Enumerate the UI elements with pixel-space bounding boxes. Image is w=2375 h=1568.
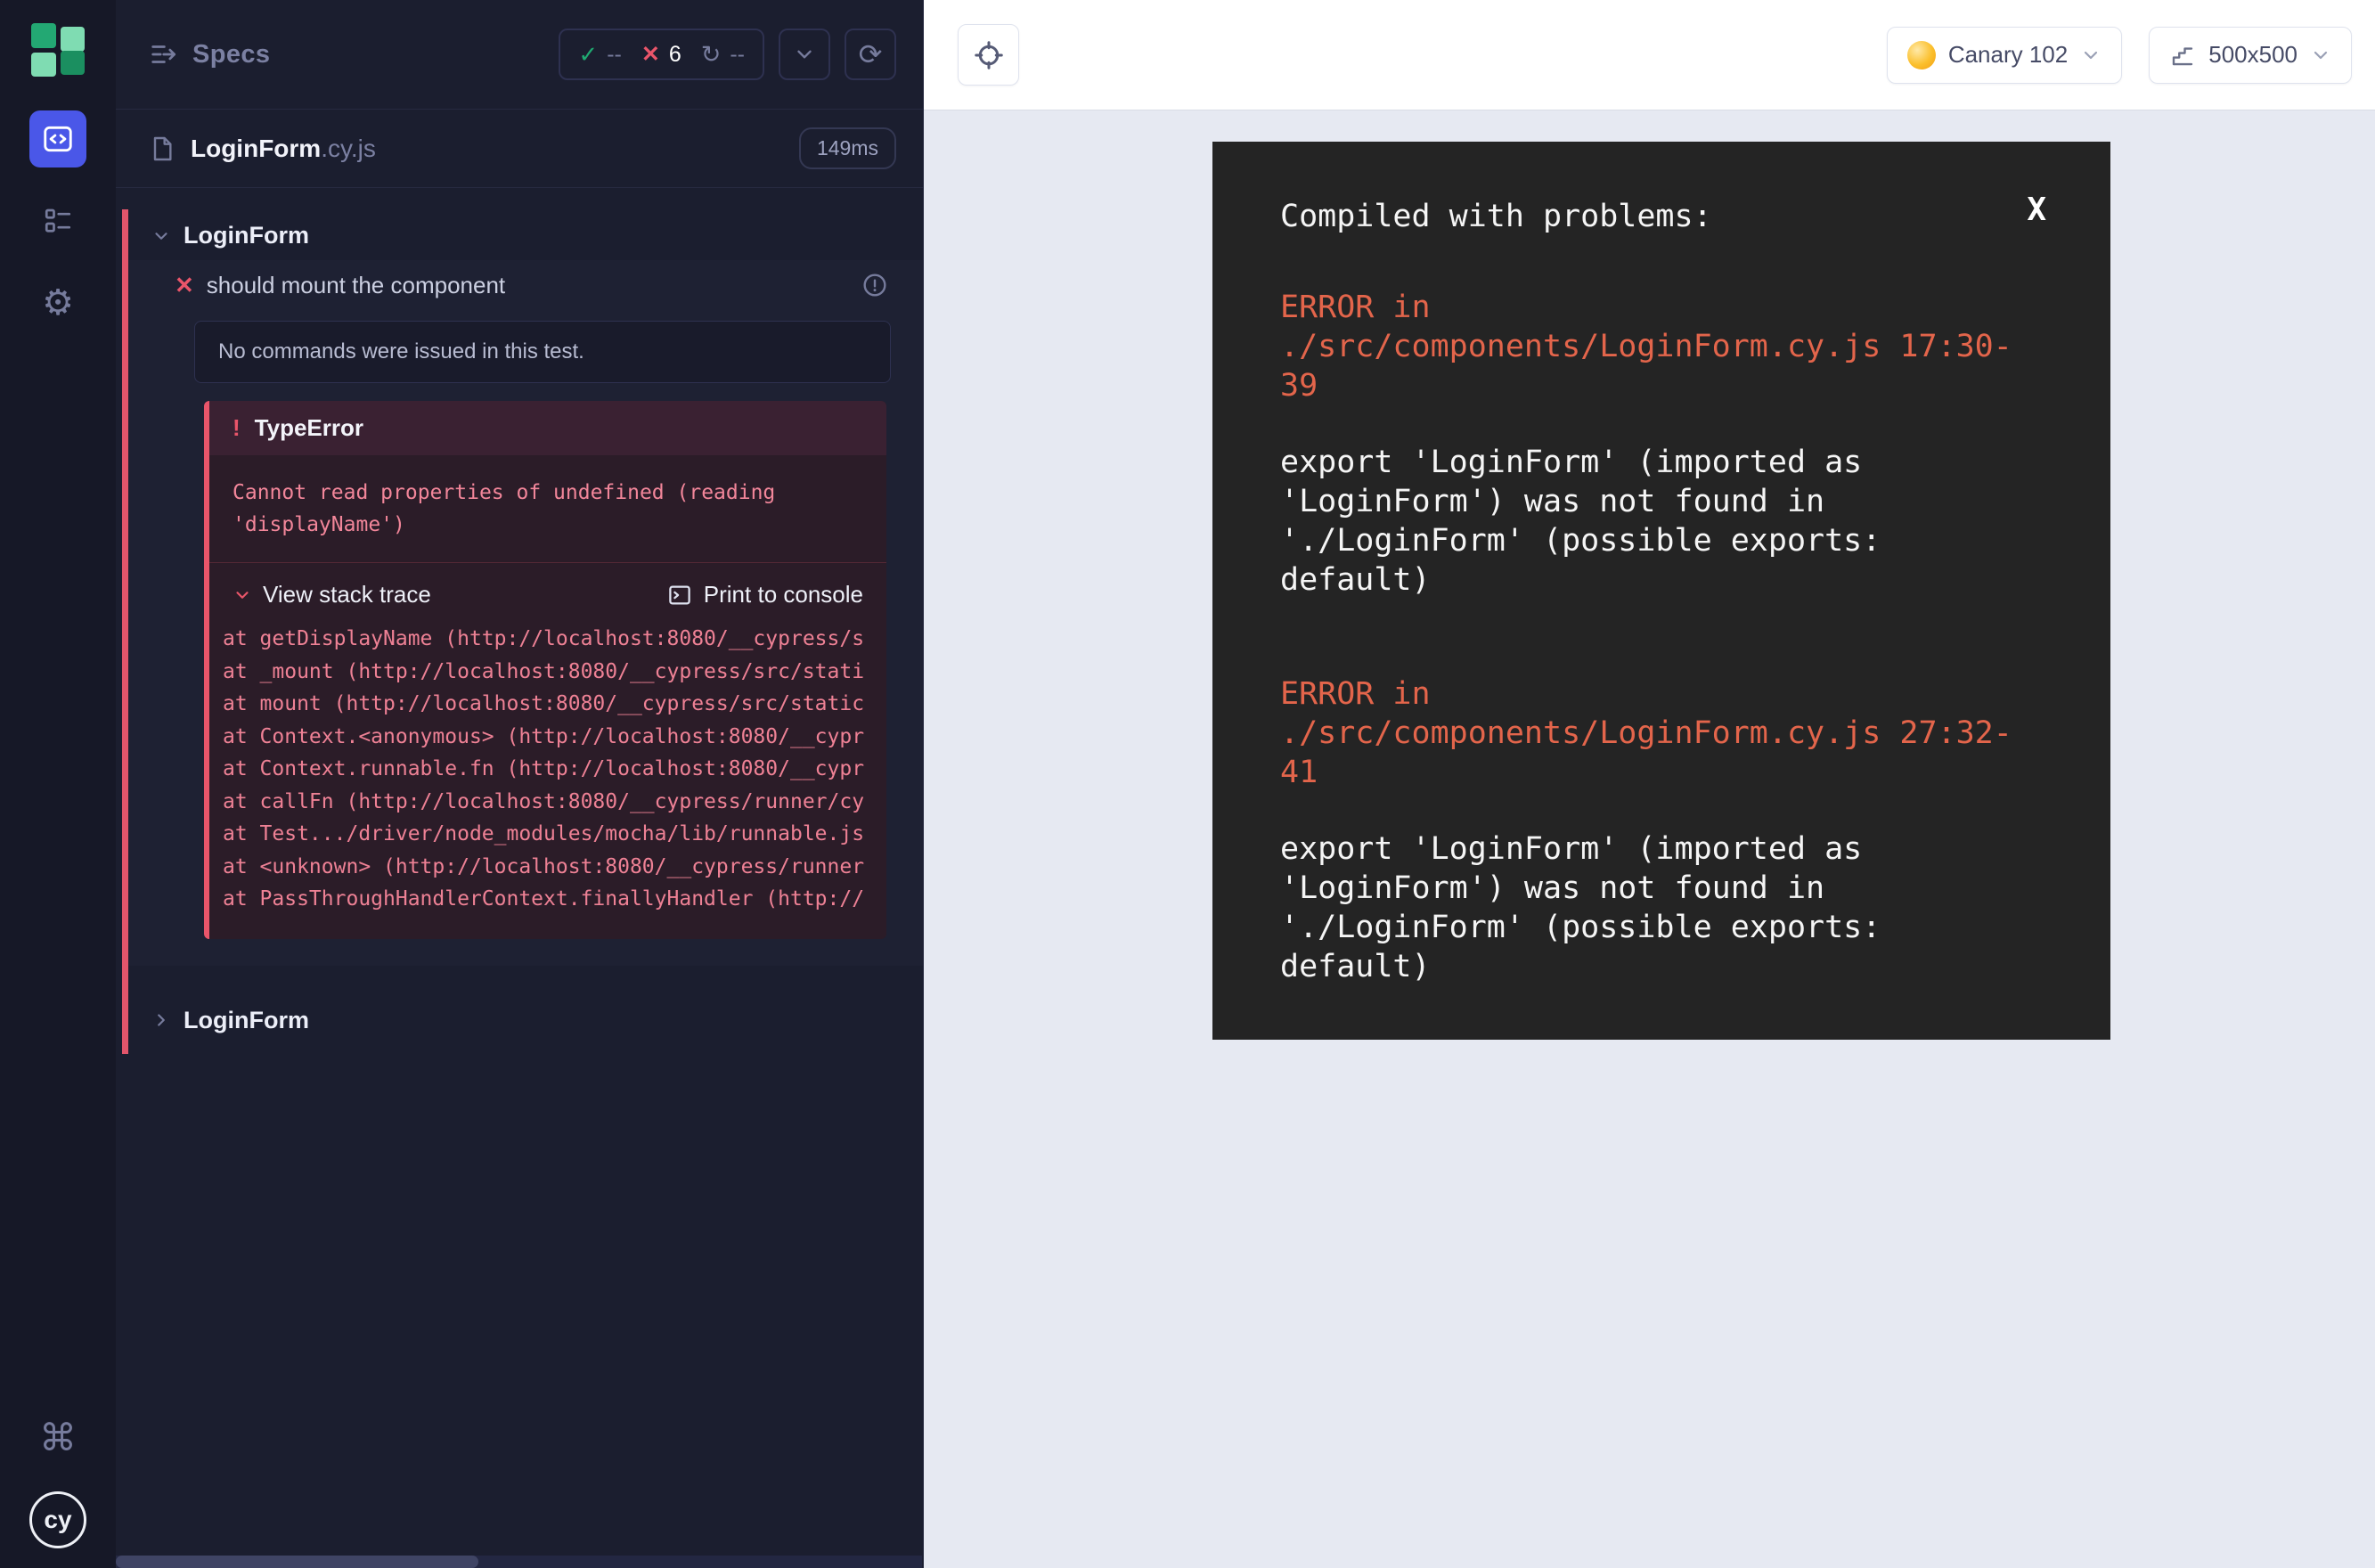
scrollbar-thumb[interactable] xyxy=(116,1556,478,1568)
pending-icon: ↻ xyxy=(701,41,722,69)
cypress-version-badge[interactable]: cy xyxy=(29,1491,86,1548)
rerun-tests-button[interactable]: ⟳ xyxy=(845,29,896,80)
selector-playground-button[interactable] xyxy=(958,24,1019,86)
stack-trace: at getDisplayName (http://localhost:8080… xyxy=(209,619,886,939)
test-stats: ✓ -- ✕ 6 ↻ -- xyxy=(559,29,764,80)
stat-failed: ✕ 6 xyxy=(641,41,681,68)
exclamation-icon: ! xyxy=(233,414,241,442)
test-results-area: LoginForm ✕ should mount the component xyxy=(116,188,923,1568)
spec-duration-badge: 149ms xyxy=(799,127,896,169)
refresh-icon: ⟳ xyxy=(859,40,883,69)
cy-logo-label: cy xyxy=(44,1506,71,1534)
stack-line: at Context.<anonymous> (http://localhost… xyxy=(223,721,886,754)
stack-line: at _mount (http://localhost:8080/__cypre… xyxy=(223,656,886,689)
passed-icon: ✓ xyxy=(578,41,598,69)
collapse-tests-button[interactable] xyxy=(779,29,830,80)
crosshair-icon xyxy=(973,39,1005,71)
spec-file-extension: .cy.js xyxy=(321,135,376,162)
failed-test-attempt: ✕ should mount the component No commands… xyxy=(128,260,923,966)
chevron-right-icon xyxy=(151,1010,171,1030)
sidebar-item-runs[interactable] xyxy=(29,192,86,249)
specs-panel-header: Specs ✓ -- ✕ 6 ↻ -- xyxy=(116,0,923,110)
overlay-title: Compiled with problems: xyxy=(1280,197,2043,236)
compile-error: ERROR in ./src/components/LoginForm.cy.j… xyxy=(1280,674,2043,986)
stat-pending: ↻ -- xyxy=(701,41,745,69)
canary-browser-icon xyxy=(1907,41,1936,69)
error-header: ! TypeError xyxy=(209,401,886,455)
app: ⚙ ⌘ cy Specs ✓ -- xyxy=(0,0,2375,1568)
sidebar-item-specs[interactable] xyxy=(29,110,86,167)
view-stack-trace-toggle[interactable]: View stack trace xyxy=(233,581,431,608)
viewport-size-icon xyxy=(2169,42,2196,69)
chevron-down-icon xyxy=(233,585,252,605)
chevron-down-icon xyxy=(2080,45,2102,66)
specs-panel: Specs ✓ -- ✕ 6 ↻ -- xyxy=(116,0,924,1568)
chevron-down-icon xyxy=(2310,45,2331,66)
error-panel: ! TypeError Cannot read properties of un… xyxy=(204,401,886,939)
stat-passed: ✓ -- xyxy=(578,41,621,69)
test-failed-icon: ✕ xyxy=(175,272,194,299)
horizontal-scrollbar[interactable] xyxy=(116,1556,922,1568)
compile-error-location: ERROR in ./src/components/LoginForm.cy.j… xyxy=(1280,674,2043,792)
suite-row-loginform[interactable]: LoginForm xyxy=(128,213,923,258)
chevron-down-icon xyxy=(793,43,816,66)
suite-name: LoginForm xyxy=(184,1007,309,1034)
panel-title: Specs xyxy=(192,40,270,69)
failed-icon: ✕ xyxy=(641,41,660,68)
aut-header: Canary 102 500x500 xyxy=(924,0,2375,110)
sidebar-item-settings[interactable]: ⚙ xyxy=(29,274,86,331)
stack-line: at Test.../driver/node_modules/mocha/lib… xyxy=(223,818,886,851)
passed-count: -- xyxy=(607,42,622,68)
test-row[interactable]: ✕ should mount the component xyxy=(128,260,923,310)
component-testing-icon xyxy=(41,122,75,156)
compile-error-message: export 'LoginForm' (imported as 'LoginFo… xyxy=(1280,443,2043,600)
webpack-error-overlay: X Compiled with problems: ERROR in ./src… xyxy=(1212,142,2110,1040)
console-icon xyxy=(666,582,693,608)
spec-file-name: LoginForm xyxy=(191,135,321,162)
pending-count: -- xyxy=(730,42,745,68)
print-to-console-button[interactable]: Print to console xyxy=(666,581,863,608)
error-name: TypeError xyxy=(255,414,363,442)
stack-line: at mount (http://localhost:8080/__cypres… xyxy=(223,688,886,721)
test-title: should mount the component xyxy=(207,272,848,299)
error-message: Cannot read properties of undefined (rea… xyxy=(209,455,886,563)
stack-line: at getDisplayName (http://localhost:8080… xyxy=(223,623,886,656)
overlay-close-button[interactable]: X xyxy=(2027,192,2046,228)
failed-count: 6 xyxy=(669,42,681,68)
browser-select-label: Canary 102 xyxy=(1948,41,2068,69)
suite-name: LoginForm xyxy=(184,222,309,249)
browser-select[interactable]: Canary 102 xyxy=(1887,27,2122,84)
compile-error: ERROR in ./src/components/LoginForm.cy.j… xyxy=(1280,288,2043,600)
stack-trace-header: View stack trace Print to console xyxy=(209,563,886,619)
no-commands-message: No commands were issued in this test. xyxy=(194,321,891,383)
command-icon: ⌘ xyxy=(39,1419,77,1457)
gear-icon: ⚙ xyxy=(42,285,74,321)
checklist-icon xyxy=(42,205,74,237)
stack-line: at callFn (http://localhost:8080/__cypre… xyxy=(223,786,886,819)
view-stack-trace-label: View stack trace xyxy=(263,581,431,608)
aut-area: Canary 102 500x500 X Com xyxy=(924,0,2375,1568)
viewport-select[interactable]: 500x500 xyxy=(2149,27,2352,84)
viewport-select-label: 500x500 xyxy=(2208,41,2297,69)
keyboard-shortcuts-button[interactable]: ⌘ xyxy=(29,1409,86,1466)
app-sidebar: ⚙ ⌘ cy xyxy=(0,0,116,1568)
cypress-logo xyxy=(31,23,85,77)
specs-icon xyxy=(148,39,178,69)
compile-error-message: export 'LoginForm' (imported as 'LoginFo… xyxy=(1280,829,2043,986)
suite-row-loginform-collapsed[interactable]: LoginForm xyxy=(128,998,923,1043)
stack-line: at PassThroughHandlerContext.finallyHand… xyxy=(223,883,886,916)
file-icon xyxy=(148,135,176,163)
alert-circle-icon[interactable] xyxy=(861,271,889,299)
chevron-down-icon xyxy=(151,226,171,246)
stack-line: at Context.runnable.fn (http://localhost… xyxy=(223,753,886,786)
failed-suite-block: LoginForm ✕ should mount the component xyxy=(122,209,923,1054)
spec-file-row[interactable]: LoginForm.cy.js 149ms xyxy=(116,110,923,188)
compile-error-location: ERROR in ./src/components/LoginForm.cy.j… xyxy=(1280,288,2043,405)
stack-line: at <unknown> (http://localhost:8080/__cy… xyxy=(223,851,886,884)
print-to-console-label: Print to console xyxy=(704,581,863,608)
